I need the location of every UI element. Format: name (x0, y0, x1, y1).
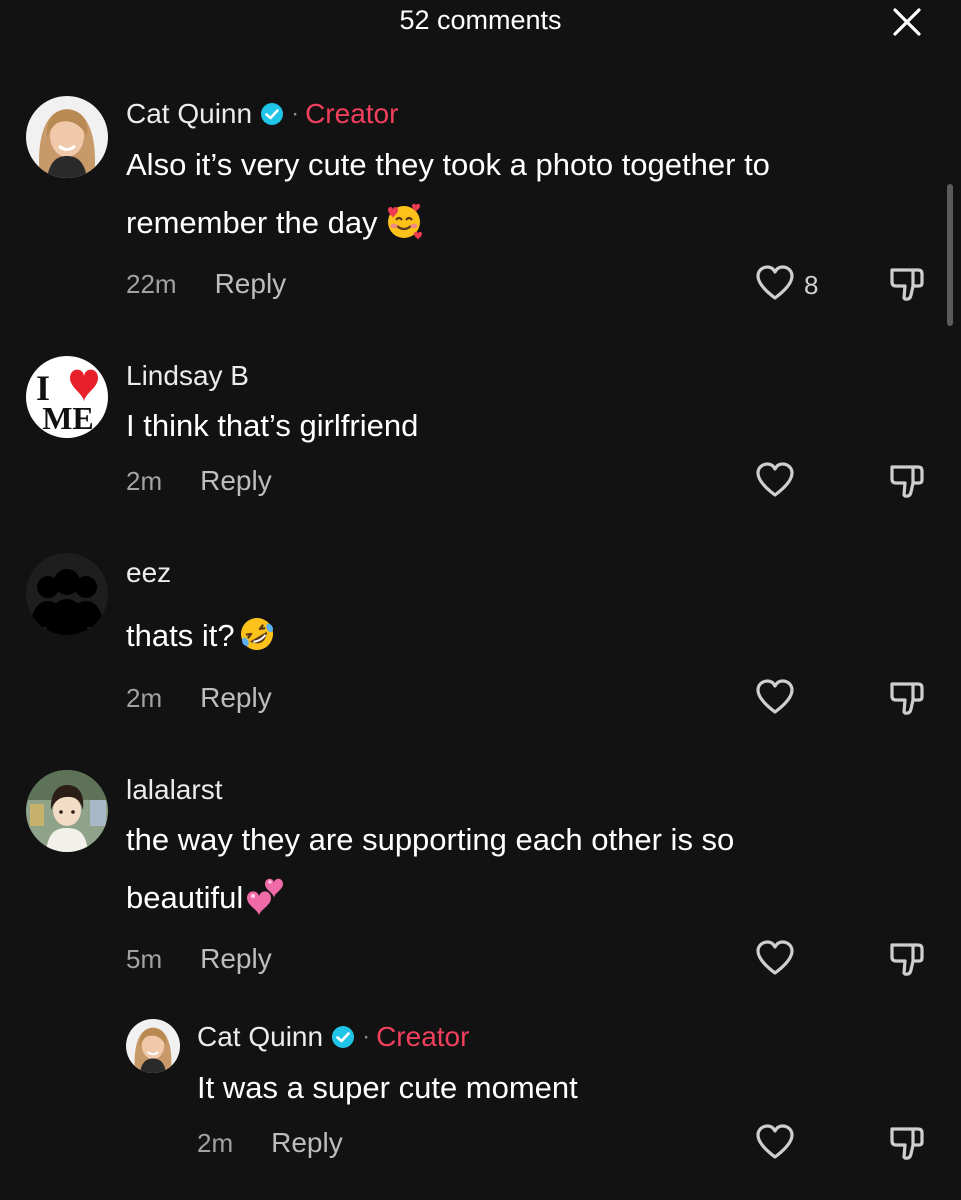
avatar[interactable] (26, 553, 108, 635)
like-button[interactable] (755, 678, 795, 716)
thumbs-down-icon (890, 268, 924, 301)
comment-meta: 2m Reply (126, 465, 272, 497)
comment-header: Cat Quinn · Creator (126, 98, 398, 130)
username[interactable]: lalalarst (126, 774, 222, 806)
avatar[interactable] (26, 770, 108, 852)
thumbs-down-icon (890, 682, 924, 715)
comment-time: 5m (126, 944, 163, 974)
comments-header: 52 comments (0, 0, 961, 46)
creator-badge: Creator (305, 98, 399, 129)
dislike-button[interactable] (888, 265, 926, 303)
heart-icon (756, 1124, 794, 1159)
like-count: 8 (804, 270, 819, 300)
verified-badge-icon (331, 1025, 355, 1049)
thumbs-down-icon (890, 465, 924, 498)
comment-meta: 22m Reply (126, 268, 286, 300)
comment-text: Also it’s very cute they took a photo to… (126, 136, 770, 252)
dislike-button[interactable] (888, 462, 926, 500)
like-button[interactable] (755, 264, 795, 302)
comment-header: Cat Quinn · Creator (197, 1021, 469, 1053)
reply-button[interactable]: Reply (200, 465, 272, 497)
comment-header: eez (126, 557, 171, 589)
comment-text-line: Also it’s very cute they took a photo to… (126, 147, 770, 182)
two-hearts-emoji (245, 876, 285, 916)
reply-button[interactable]: Reply (271, 1127, 343, 1159)
separator-dot: · (291, 100, 300, 127)
comment-time: 22m (126, 269, 177, 299)
comment-header: lalalarst (126, 774, 222, 806)
close-icon (893, 8, 921, 36)
comment-text-line: beautiful (126, 880, 244, 915)
heart-icon (756, 940, 794, 975)
heart-icon (756, 265, 794, 300)
reply-button[interactable]: Reply (200, 943, 272, 975)
comment-text: I think that’s girlfriend (126, 397, 418, 455)
username[interactable]: Lindsay B (126, 360, 249, 392)
username[interactable]: Cat Quinn (197, 1021, 323, 1053)
smiling-face-with-hearts-emoji (384, 201, 424, 241)
comment-meta: 5m Reply (126, 943, 272, 975)
comment-time: 2m (126, 466, 163, 496)
creator-badge: Creator (376, 1021, 470, 1052)
verified-badge-icon (260, 102, 284, 126)
scrollbar[interactable] (947, 184, 953, 326)
comment-text-line: thats it? (126, 618, 235, 653)
separator-dot: · (362, 1023, 371, 1050)
comment-text: thats it? (126, 607, 277, 665)
like-button[interactable] (755, 1123, 795, 1161)
avatar-word: ME (42, 400, 94, 436)
comment-time: 2m (197, 1128, 234, 1158)
heart-icon (756, 462, 794, 497)
rolling-on-floor-laughing-emoji (237, 614, 277, 654)
comment-time: 2m (126, 683, 163, 713)
dislike-button[interactable] (888, 1124, 926, 1162)
comment-text-line: the way they are supporting each other i… (126, 822, 735, 857)
avatar[interactable] (126, 1019, 180, 1073)
comment-meta: 2m Reply (197, 1127, 343, 1159)
comment-text-line: It was a super cute moment (197, 1070, 578, 1105)
heart-icon (756, 679, 794, 714)
comments-count-title: 52 comments (399, 5, 562, 35)
reply-button[interactable]: Reply (200, 682, 272, 714)
comment-text-line: remember the day (126, 205, 378, 240)
comment-meta: 2m Reply (126, 682, 272, 714)
comment-text-line: I think that’s girlfriend (126, 408, 419, 443)
username[interactable]: Cat Quinn (126, 98, 252, 130)
close-button[interactable] (890, 5, 924, 39)
thumbs-down-icon (890, 1127, 924, 1160)
comment-text: It was a super cute moment (197, 1059, 578, 1117)
thumbs-down-icon (890, 943, 924, 976)
reply-button[interactable]: Reply (215, 268, 287, 300)
avatar[interactable]: I ME (26, 356, 108, 438)
username[interactable]: eez (126, 557, 171, 589)
like-button[interactable] (755, 939, 795, 977)
comment-header: Lindsay B (126, 360, 249, 392)
avatar[interactable] (26, 96, 108, 178)
like-button[interactable] (755, 461, 795, 499)
dislike-button[interactable] (888, 940, 926, 978)
comment-text: the way they are supporting each other i… (126, 811, 734, 927)
dislike-button[interactable] (888, 679, 926, 717)
